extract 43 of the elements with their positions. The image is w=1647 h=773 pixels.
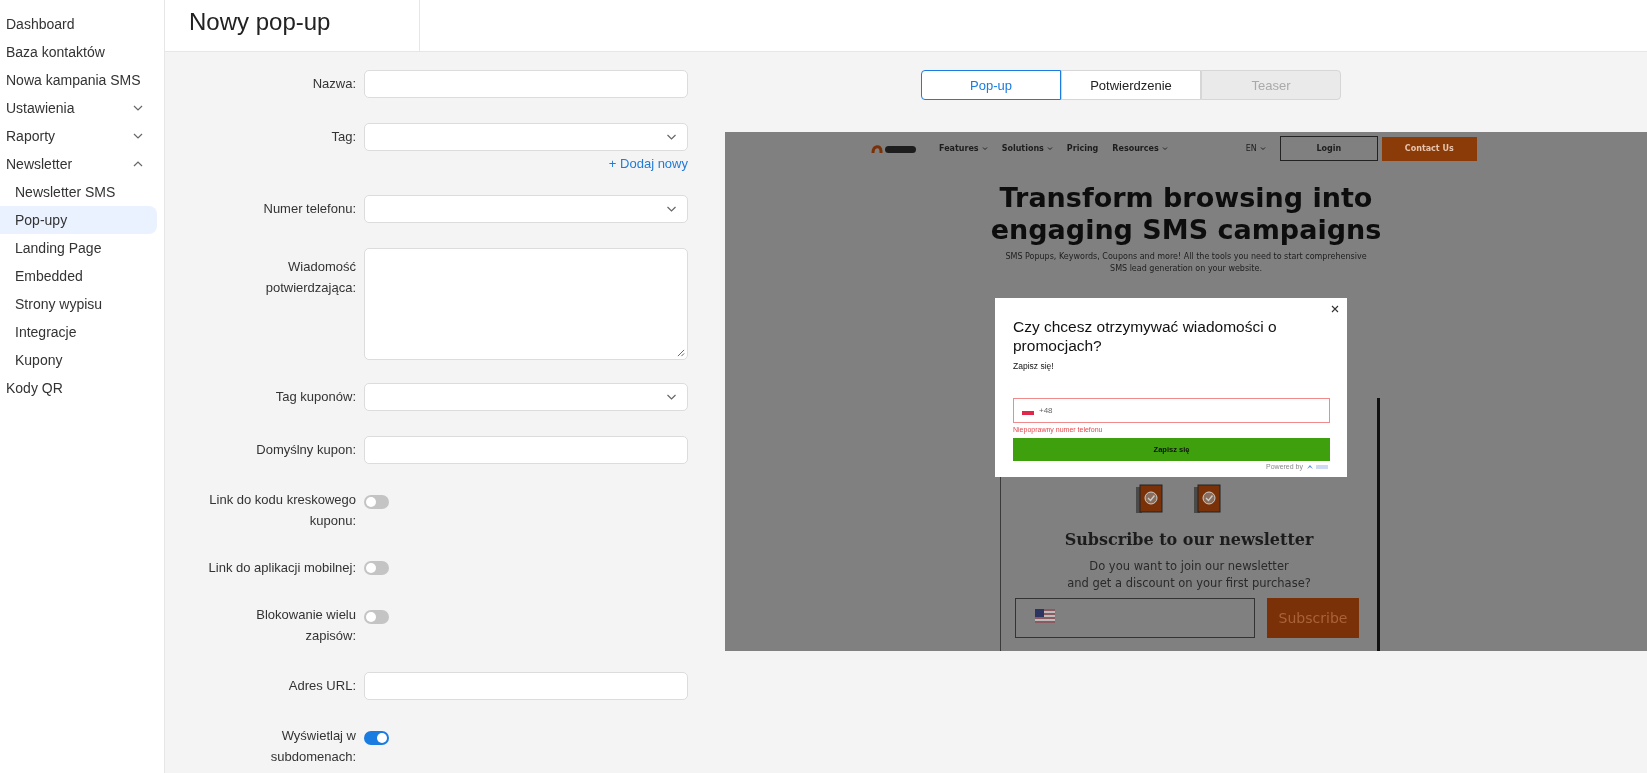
sidebar-item[interactable]: Baza kontaktów [0, 38, 157, 66]
field-label: Link do kodu kreskowego kuponu: [208, 491, 356, 530]
sidebar-item[interactable]: Nowa kampania SMS [0, 66, 157, 94]
preview-tab[interactable]: Pop-up [921, 70, 1061, 100]
page-title: Nowy pop-up [165, 0, 420, 51]
sidebar-item[interactable]: Pop-upy [0, 206, 157, 234]
field-label: Wiadomość potwierdzająca: [264, 258, 356, 297]
nav-link[interactable]: Resources [1112, 144, 1168, 153]
hero-headline: Transform browsing into engaging SMS campaigns [989, 182, 1383, 246]
popup-title: Czy chcesz otrzymywać wiadomości o promocjach? [1013, 317, 1278, 355]
sidebar-item[interactable]: Newsletter [0, 150, 157, 178]
sidebar-item[interactable]: Raporty [0, 122, 157, 150]
add-new-link[interactable]: + Dodaj nowy [364, 156, 688, 172]
sidebar-item[interactable]: Newsletter SMS [0, 178, 157, 206]
login-button[interactable]: Login [1279, 136, 1378, 161]
sidebar-item[interactable]: Kupony [0, 346, 157, 374]
field-label: Tag kuponów: [274, 388, 356, 406]
contact-button[interactable]: Contact Us [1381, 136, 1477, 161]
sidebar-item[interactable]: Dashboard [0, 10, 157, 38]
field-label: Numer telefonu: [262, 200, 356, 218]
field-label: Adres URL: [287, 677, 356, 695]
field-label: Link do aplikacji mobilnej: [207, 559, 356, 577]
preview-tab[interactable]: Potwierdzenie [1061, 70, 1201, 100]
nav-link[interactable]: Solutions [1001, 144, 1053, 153]
field-label: Domyślny kupon: [255, 441, 356, 459]
nav-link[interactable]: Features [939, 144, 988, 153]
nav-link[interactable]: Pricing [1066, 144, 1099, 153]
field-label: Nazwa: [311, 75, 356, 93]
sidebar-item[interactable]: Ustawienia [0, 94, 157, 122]
sidebar-item[interactable]: Strony wypisu [0, 290, 157, 318]
sidebar-item[interactable]: Kody QR [0, 374, 157, 402]
sidebar-item[interactable]: Integracje [0, 318, 157, 346]
sidebar-item[interactable]: Embedded [0, 262, 157, 290]
field-label: Wyświetlaj w subdomenach: [269, 727, 356, 766]
phone-input-field[interactable]: +48 [1013, 398, 1330, 423]
sidebar-item[interactable]: Landing Page [0, 234, 157, 262]
field-label: Tag: [330, 128, 356, 146]
language-selector[interactable]: EN [1245, 144, 1266, 153]
popup-text: Zapisz się! [1013, 361, 1055, 371]
newsletter-title: Subscribe to our newsletter [1063, 530, 1315, 549]
newsletter-text: Do you want to join our newsletter and get a discount on your first purchase? [1066, 558, 1312, 592]
field-label: Blokowanie wielu zapisów: [255, 606, 356, 645]
hero-subtitle: SMS Popups, Keywords, Coupons and more! All the tools you need to start comprehensive SMS lead generation on your website. [1004, 251, 1368, 275]
